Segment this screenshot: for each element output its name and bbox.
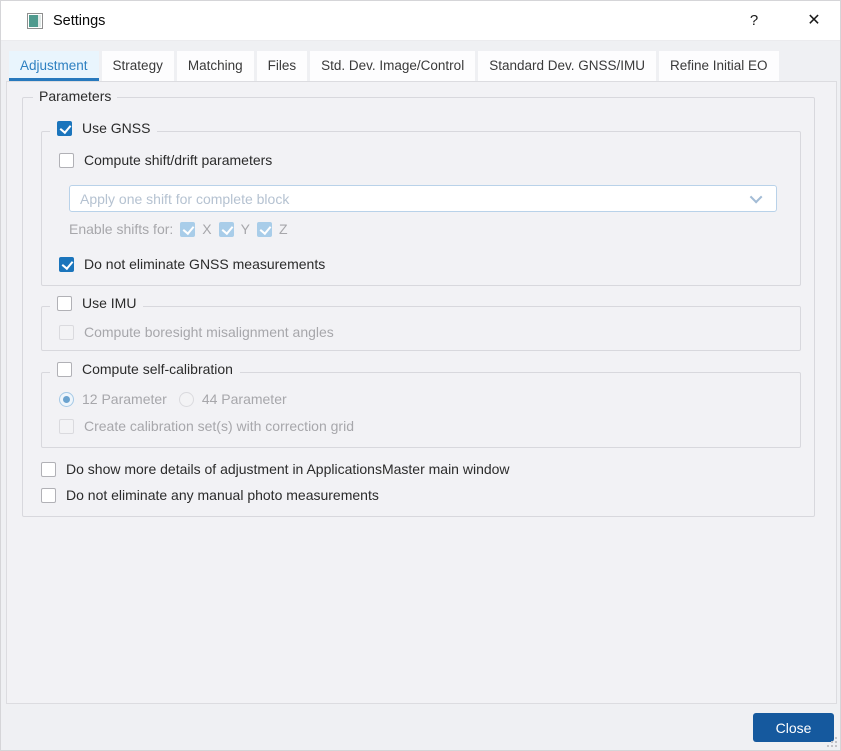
compute-self-calibration-checkbox[interactable] [57, 361, 72, 377]
close-button[interactable]: Close [753, 713, 834, 742]
shift-x-checkbox [180, 221, 196, 237]
app-icon-fill [29, 15, 38, 27]
parameters-group: Parameters Use GNSS Compute shift/drift … [22, 88, 815, 517]
compute-boresight-checkbox [59, 324, 74, 340]
radio-12-parameter-label: 12 Parameter [82, 391, 167, 407]
do-not-eliminate-gnss-checkbox[interactable] [59, 256, 74, 272]
compute-shift-drift-checkbox[interactable] [59, 152, 74, 168]
tab-refine-initial-eo[interactable]: Refine Initial EO [659, 51, 779, 81]
shift-y-checkbox [218, 221, 234, 237]
tab-adjustment[interactable]: Adjustment [9, 51, 99, 81]
help-button[interactable]: ? [737, 1, 771, 41]
resize-grip[interactable] [825, 735, 837, 747]
compute-boresight-label: Compute boresight misalignment angles [84, 324, 334, 340]
settings-dialog: Settings ? ✕ Adjustment Strategy Matchin… [0, 0, 841, 751]
enable-shifts-label: Enable shifts for: [69, 221, 174, 237]
do-not-eliminate-gnss-label: Do not eliminate GNSS measurements [84, 256, 326, 272]
adjustment-tab-page: Parameters Use GNSS Compute shift/drift … [6, 81, 837, 704]
tab-bar: Adjustment Strategy Matching Files Std. … [9, 51, 779, 81]
tab-matching[interactable]: Matching [176, 51, 254, 81]
radio-12-parameter [59, 391, 74, 407]
shift-z-label: Z [278, 221, 288, 237]
title-bar: Settings ? ✕ [1, 1, 840, 41]
do-not-eliminate-manual-label: Do not eliminate any manual photo measur… [66, 487, 379, 503]
do-not-eliminate-manual-checkbox[interactable] [41, 487, 56, 503]
radio-44-parameter-label: 44 Parameter [201, 391, 287, 407]
shift-y-label: Y [240, 221, 250, 237]
shift-z-checkbox [256, 221, 272, 237]
create-calibration-set-label: Create calibration set(s) with correctio… [84, 418, 354, 434]
window-close-icon[interactable]: ✕ [797, 1, 831, 41]
use-gnss-label: Use GNSS [82, 120, 151, 136]
parameters-group-label: Parameters [33, 88, 118, 104]
use-gnss-checkbox[interactable] [57, 120, 72, 136]
show-more-details-label: Do show more details of adjustment in Ap… [66, 461, 510, 477]
tab-standard-dev-gnss-imu[interactable]: Standard Dev. GNSS/IMU [478, 51, 656, 81]
use-imu-label: Use IMU [82, 295, 137, 311]
tab-files[interactable]: Files [256, 51, 308, 81]
shift-mode-dropdown[interactable]: Apply one shift for complete block [69, 185, 777, 212]
shift-mode-value: Apply one shift for complete block [80, 190, 290, 207]
use-gnss-group: Use GNSS Compute shift/drift parameters … [41, 120, 801, 286]
shift-x-label: X [202, 221, 212, 237]
use-imu-checkbox[interactable] [57, 295, 72, 311]
tab-std-dev-image-control[interactable]: Std. Dev. Image/Control [310, 51, 476, 81]
app-icon [27, 13, 43, 29]
self-calibration-group: Compute self-calibration 12 Parameter 44… [41, 361, 801, 448]
show-more-details-checkbox[interactable] [41, 461, 56, 477]
tab-strategy[interactable]: Strategy [101, 51, 174, 81]
window-title: Settings [53, 13, 106, 29]
compute-self-calibration-label: Compute self-calibration [82, 361, 233, 377]
create-calibration-set-checkbox [59, 418, 74, 434]
use-imu-group: Use IMU Compute boresight misalignment a… [41, 295, 801, 351]
radio-44-parameter [178, 391, 194, 407]
compute-shift-drift-label: Compute shift/drift parameters [84, 152, 273, 168]
app-icon-strip [38, 15, 41, 27]
